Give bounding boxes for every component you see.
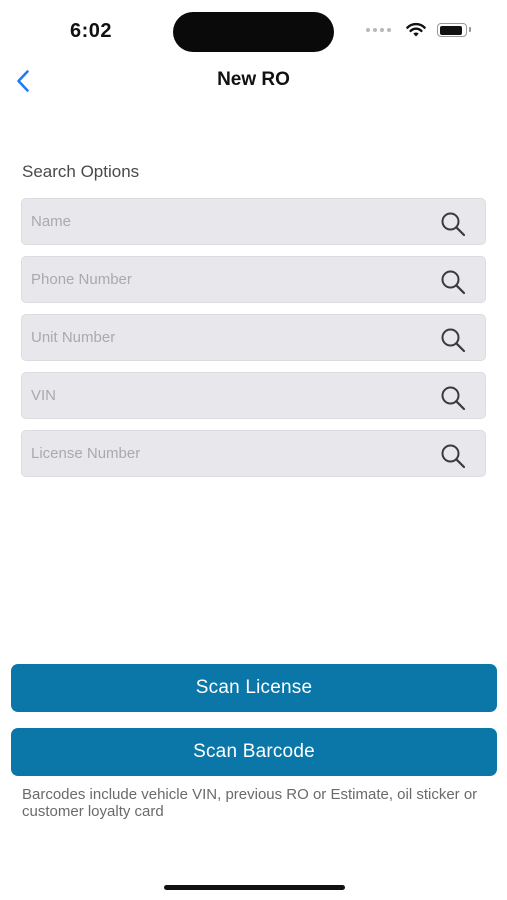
name-input[interactable] [22,199,422,244]
battery-icon [437,23,471,37]
home-indicator[interactable] [164,885,345,890]
vin-search-field [21,372,486,419]
status-time: 6:02 [70,20,113,42]
status-icons [366,22,471,38]
scan-license-button[interactable]: Scan License [11,664,497,712]
vin-input[interactable] [22,373,422,418]
unit-number-input[interactable] [22,315,422,360]
phone-number-input[interactable] [22,257,422,302]
wifi-icon [406,22,426,37]
name-search-field [21,198,486,245]
magnifying-glass-icon[interactable] [439,268,467,296]
dynamic-island [173,12,334,52]
magnifying-glass-icon[interactable] [439,210,467,238]
phone-search-field [21,256,486,303]
page-title: New RO [217,69,290,90]
barcode-hint: Barcodes include vehicle VIN, previous R… [22,786,478,820]
signal-dots-icon [366,28,391,32]
battery-level [439,25,462,35]
scan-barcode-button[interactable]: Scan Barcode [11,728,497,776]
unit-search-field [21,314,486,361]
magnifying-glass-icon[interactable] [439,326,467,354]
license-search-field [21,430,486,477]
magnifying-glass-icon[interactable] [439,384,467,412]
magnifying-glass-icon[interactable] [439,442,467,470]
new-ro-screen: 6:02 New RO Search Options Name Phone Nu… [0,0,507,900]
search-options-label: Search Options [22,162,140,181]
license-number-input[interactable] [22,431,422,476]
